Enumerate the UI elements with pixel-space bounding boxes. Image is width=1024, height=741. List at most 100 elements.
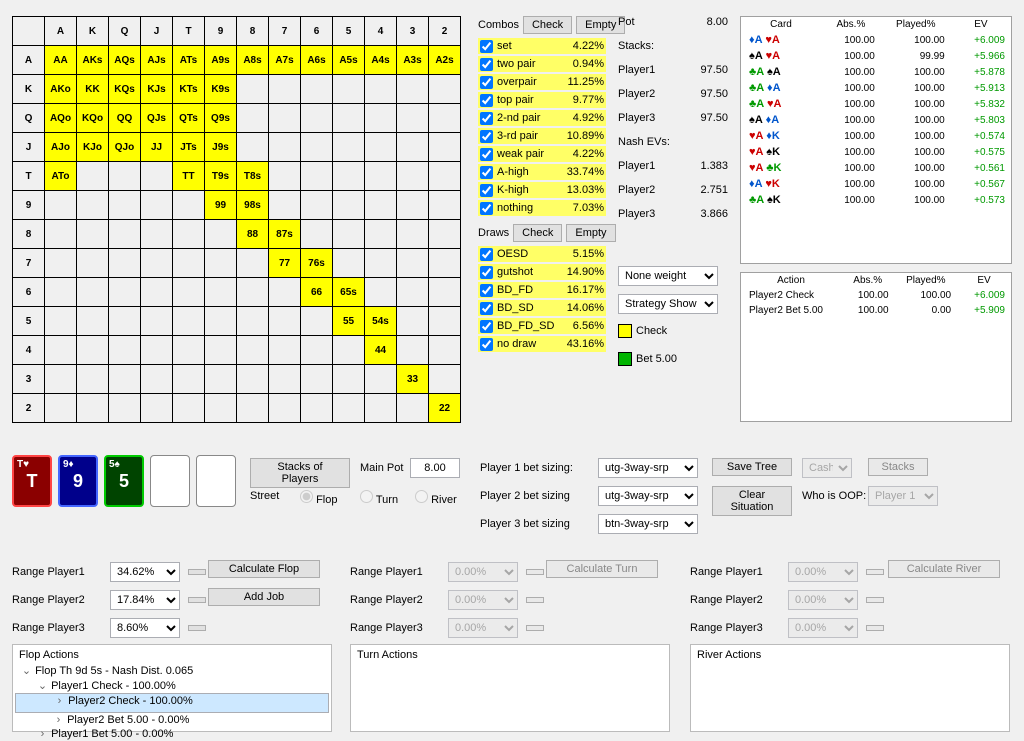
range-cell[interactable]: ATs bbox=[173, 46, 205, 75]
range-cell[interactable] bbox=[365, 278, 397, 307]
range-expand-button[interactable] bbox=[188, 597, 206, 603]
range-cell[interactable]: A9s bbox=[205, 46, 237, 75]
range-cell[interactable] bbox=[77, 162, 109, 191]
range-cell[interactable]: KQs bbox=[109, 75, 141, 104]
action-ev-table[interactable]: ActionAbs.%Played%EVPlayer2 Check100.001… bbox=[740, 272, 1012, 422]
range-cell[interactable] bbox=[429, 307, 461, 336]
combo-checkbox[interactable] bbox=[480, 40, 493, 53]
range-cell[interactable] bbox=[429, 162, 461, 191]
range-cell[interactable] bbox=[397, 162, 429, 191]
range-cell[interactable] bbox=[333, 365, 365, 394]
draws-check-button[interactable]: Check bbox=[513, 224, 562, 242]
range-cell[interactable]: AQs bbox=[109, 46, 141, 75]
combo-checkbox[interactable] bbox=[480, 184, 493, 197]
range-cell[interactable] bbox=[205, 336, 237, 365]
range-cell[interactable] bbox=[45, 336, 77, 365]
save-tree-button[interactable]: Save Tree bbox=[712, 458, 792, 476]
range-cell[interactable]: 99 bbox=[205, 191, 237, 220]
range-cell[interactable] bbox=[141, 336, 173, 365]
range-cell[interactable]: 66 bbox=[301, 278, 333, 307]
range-cell[interactable] bbox=[269, 336, 301, 365]
range-cell[interactable] bbox=[365, 75, 397, 104]
range-cell[interactable] bbox=[333, 336, 365, 365]
range-cell[interactable] bbox=[301, 162, 333, 191]
range-cell[interactable]: KJs bbox=[141, 75, 173, 104]
range-grid[interactable]: AKQJT98765432 AAAAKsAQsAJsATsA9sA8sA7sA6… bbox=[12, 16, 461, 423]
board-card-5[interactable] bbox=[196, 455, 236, 507]
range-cell[interactable] bbox=[269, 365, 301, 394]
range-cell[interactable] bbox=[365, 104, 397, 133]
flop-actions-box[interactable]: Flop Actions ⌄ Flop Th 9d 5s - Nash Dist… bbox=[12, 644, 332, 732]
range-cell[interactable]: A3s bbox=[397, 46, 429, 75]
range-cell[interactable] bbox=[45, 249, 77, 278]
range-cell[interactable] bbox=[429, 365, 461, 394]
combo-checkbox[interactable] bbox=[480, 202, 493, 215]
range-cell[interactable] bbox=[301, 220, 333, 249]
range-cell[interactable]: AA bbox=[45, 46, 77, 75]
range-cell[interactable] bbox=[301, 394, 333, 423]
range-cell[interactable] bbox=[45, 278, 77, 307]
tree-toggle-icon[interactable]: › bbox=[53, 714, 64, 726]
range-cell[interactable]: 33 bbox=[397, 365, 429, 394]
range-cell[interactable] bbox=[365, 394, 397, 423]
range-cell[interactable] bbox=[397, 191, 429, 220]
tree-toggle-icon[interactable]: › bbox=[37, 728, 48, 740]
range-cell[interactable] bbox=[77, 307, 109, 336]
range-expand-button[interactable] bbox=[188, 625, 206, 631]
range-cell[interactable] bbox=[205, 394, 237, 423]
range-cell[interactable] bbox=[141, 307, 173, 336]
range-cell[interactable] bbox=[365, 220, 397, 249]
range-cell[interactable] bbox=[365, 162, 397, 191]
range-cell[interactable]: TT bbox=[173, 162, 205, 191]
range-cell[interactable] bbox=[301, 133, 333, 162]
range-cell[interactable]: 98s bbox=[237, 191, 269, 220]
range-cell[interactable] bbox=[333, 162, 365, 191]
range-cell[interactable]: AJs bbox=[141, 46, 173, 75]
calculate-flop-button[interactable]: Calculate Flop bbox=[208, 560, 320, 578]
street-turn[interactable]: Turn bbox=[360, 490, 398, 506]
range-cell[interactable] bbox=[173, 191, 205, 220]
range-cell[interactable] bbox=[269, 191, 301, 220]
range-cell[interactable] bbox=[77, 249, 109, 278]
range-cell[interactable] bbox=[237, 75, 269, 104]
range-cell[interactable] bbox=[109, 278, 141, 307]
range-cell[interactable]: AQo bbox=[45, 104, 77, 133]
combo-checkbox[interactable] bbox=[480, 338, 493, 351]
combo-row[interactable]: gutshot14.90% bbox=[478, 264, 606, 280]
range-cell[interactable] bbox=[109, 162, 141, 191]
combo-row[interactable]: 3-rd pair10.89% bbox=[478, 128, 606, 144]
range-pct-select[interactable]: 34.62% bbox=[110, 562, 180, 582]
range-cell[interactable] bbox=[365, 249, 397, 278]
range-cell[interactable] bbox=[397, 133, 429, 162]
range-cell[interactable] bbox=[301, 75, 333, 104]
range-cell[interactable]: A8s bbox=[237, 46, 269, 75]
range-cell[interactable] bbox=[109, 307, 141, 336]
range-cell[interactable] bbox=[397, 336, 429, 365]
range-cell[interactable]: T9s bbox=[205, 162, 237, 191]
card-ev-table[interactable]: CardAbs.%Played%EV♦A ♥A100.00100.00+6.00… bbox=[740, 16, 1012, 264]
range-cell[interactable] bbox=[45, 191, 77, 220]
range-cell[interactable] bbox=[141, 365, 173, 394]
range-pct-select[interactable]: 8.60% bbox=[110, 618, 180, 638]
range-expand-button[interactable] bbox=[188, 569, 206, 575]
tree-node[interactable]: › Player1 Bet 5.00 - 0.00% bbox=[15, 727, 329, 741]
range-cell[interactable] bbox=[205, 249, 237, 278]
range-cell[interactable] bbox=[141, 220, 173, 249]
combo-row[interactable]: overpair11.25% bbox=[478, 74, 606, 90]
range-cell[interactable]: AKs bbox=[77, 46, 109, 75]
range-cell[interactable] bbox=[45, 394, 77, 423]
range-cell[interactable] bbox=[397, 307, 429, 336]
range-cell[interactable] bbox=[397, 278, 429, 307]
range-cell[interactable] bbox=[77, 278, 109, 307]
combo-row[interactable]: nothing7.03% bbox=[478, 200, 606, 216]
range-cell[interactable] bbox=[397, 104, 429, 133]
range-cell[interactable]: AKo bbox=[45, 75, 77, 104]
combo-row[interactable]: no draw43.16% bbox=[478, 336, 606, 352]
range-cell[interactable]: 77 bbox=[269, 249, 301, 278]
range-cell[interactable] bbox=[429, 191, 461, 220]
tree-toggle-icon[interactable]: ⌄ bbox=[37, 679, 48, 692]
range-cell[interactable] bbox=[237, 104, 269, 133]
range-cell[interactable] bbox=[45, 307, 77, 336]
range-cell[interactable]: AJo bbox=[45, 133, 77, 162]
range-cell[interactable] bbox=[269, 75, 301, 104]
